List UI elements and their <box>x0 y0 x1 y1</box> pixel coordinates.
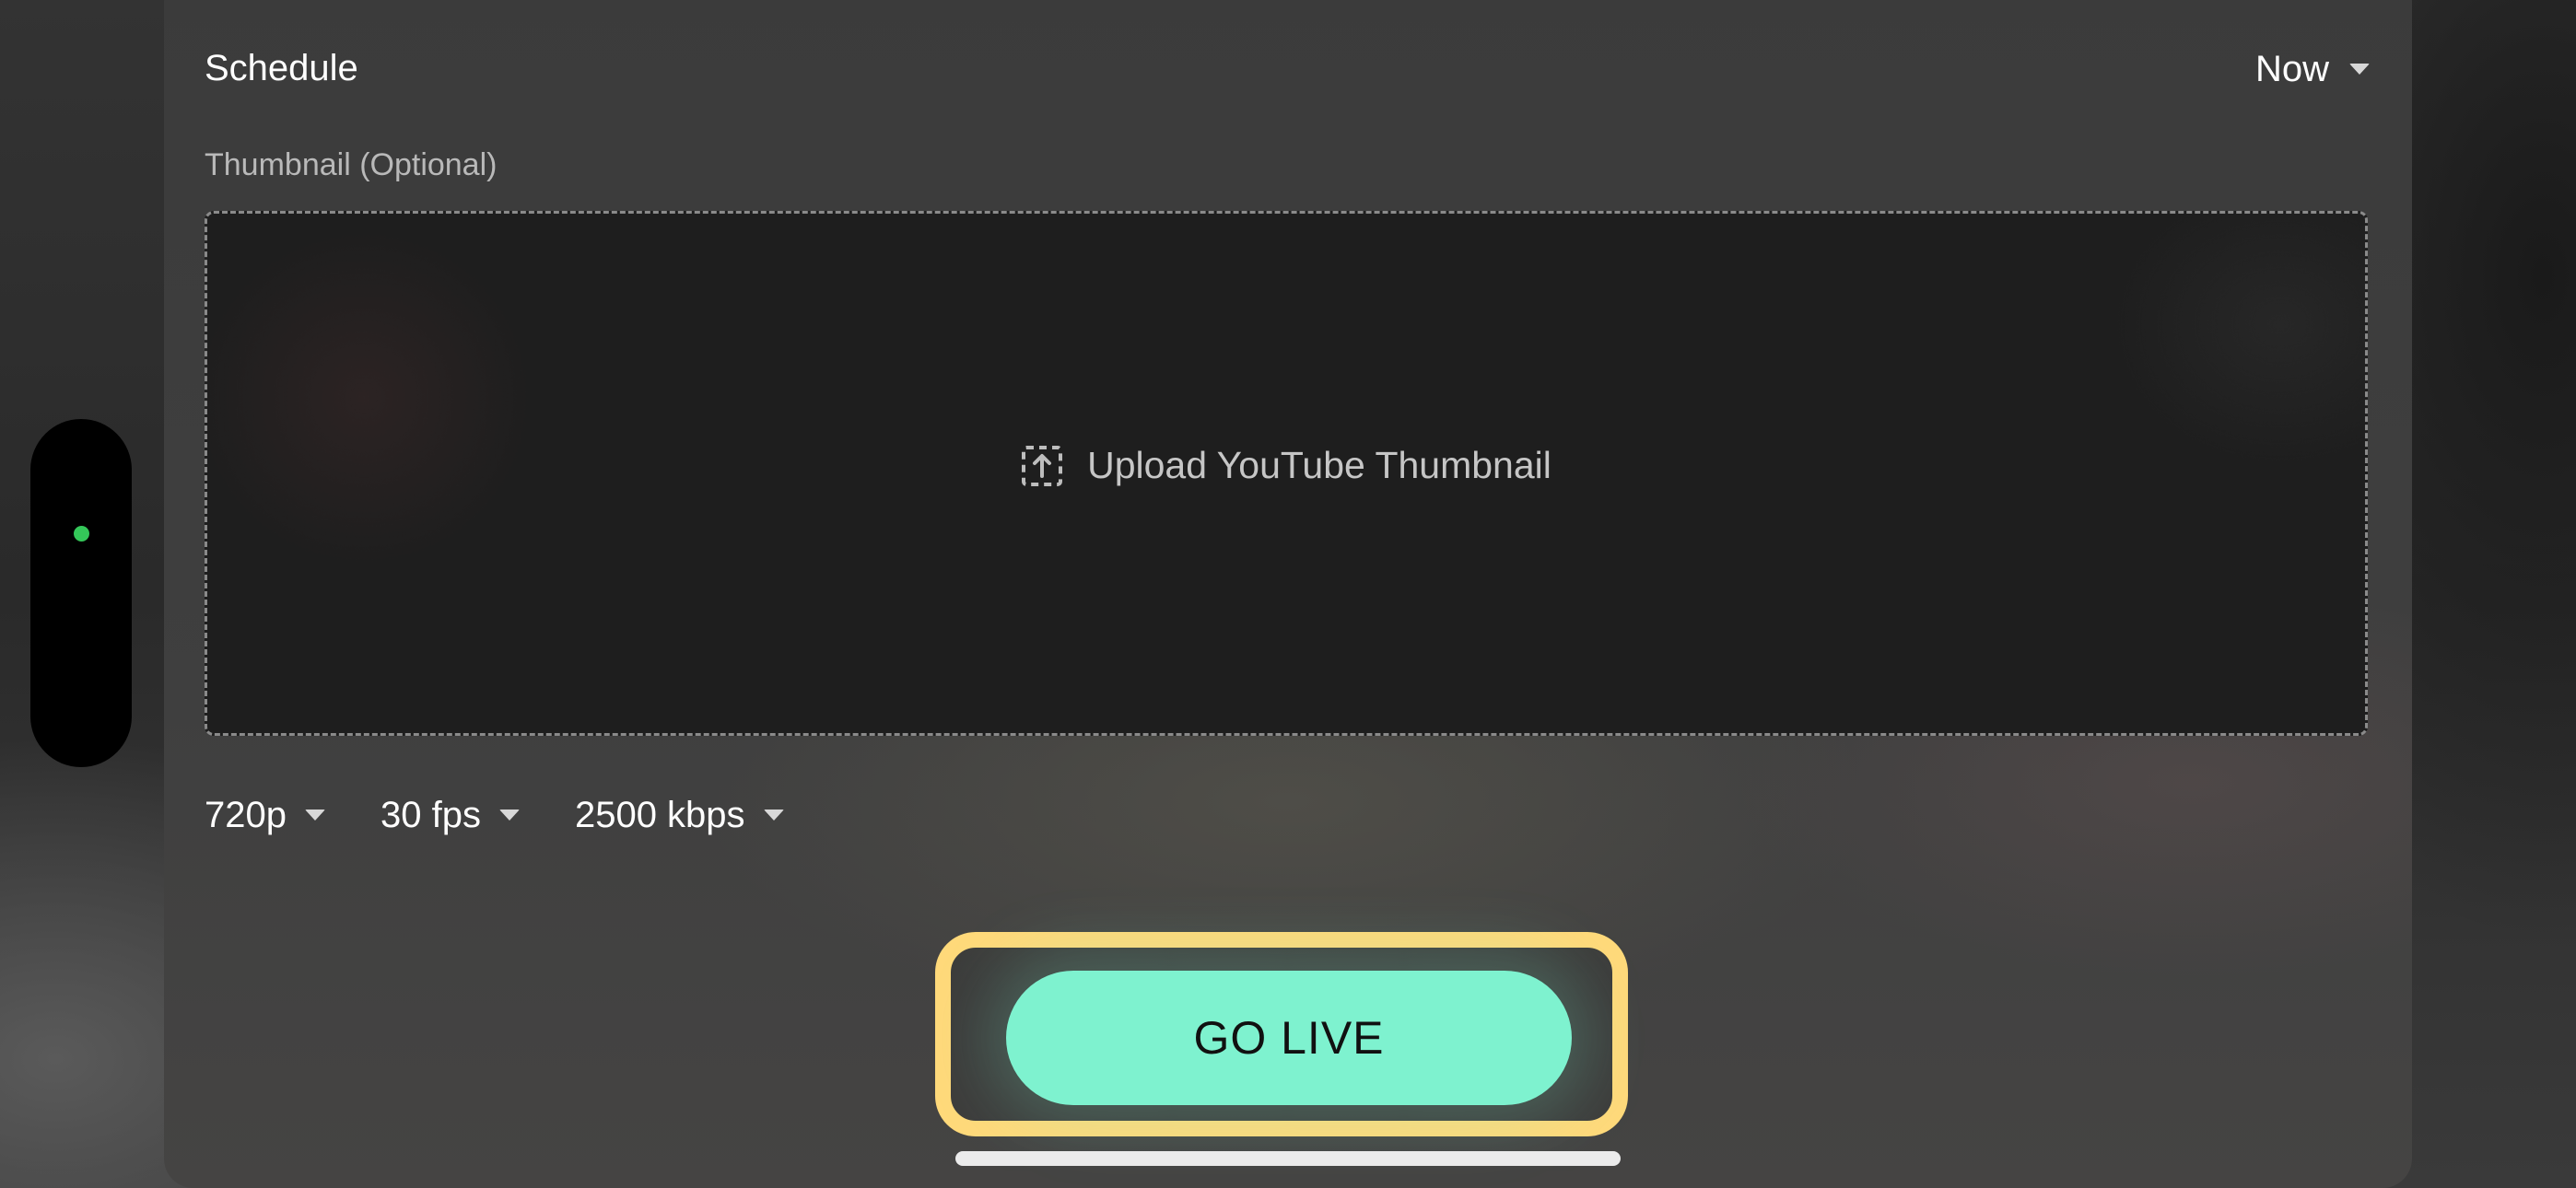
bitrate-dropdown[interactable]: 2500 kbps <box>575 795 784 836</box>
resolution-dropdown[interactable]: 720p <box>205 795 325 836</box>
framerate-value: 30 fps <box>380 794 481 835</box>
thumbnail-upload-area[interactable]: Upload YouTube Thumbnail <box>205 211 2368 736</box>
upload-icon <box>1021 445 1063 487</box>
chevron-down-icon <box>763 809 784 821</box>
chevron-down-icon <box>304 809 325 821</box>
recording-status-dot <box>74 526 89 542</box>
side-control-pill <box>30 419 132 767</box>
schedule-value: Now <box>2254 48 2329 89</box>
schedule-label: Schedule <box>205 48 358 88</box>
upload-prompt: Upload YouTube Thumbnail <box>207 444 2365 487</box>
bitrate-value: 2500 kbps <box>574 794 745 835</box>
thumbnail-label: Thumbnail (Optional) <box>205 147 498 182</box>
go-live-button[interactable]: GO LIVE <box>1006 971 1572 1105</box>
home-indicator[interactable] <box>955 1151 1621 1166</box>
schedule-row: Schedule Now <box>205 37 2370 101</box>
resolution-value: 720p <box>205 794 287 835</box>
chevron-down-icon <box>2349 64 2370 75</box>
chevron-down-icon <box>498 809 520 821</box>
stream-quality-row: 720p 30 fps 2500 kbps <box>205 787 839 843</box>
schedule-dropdown[interactable]: Now <box>2255 37 2370 101</box>
framerate-dropdown[interactable]: 30 fps <box>381 795 520 836</box>
upload-text: Upload YouTube Thumbnail <box>1087 444 1551 486</box>
